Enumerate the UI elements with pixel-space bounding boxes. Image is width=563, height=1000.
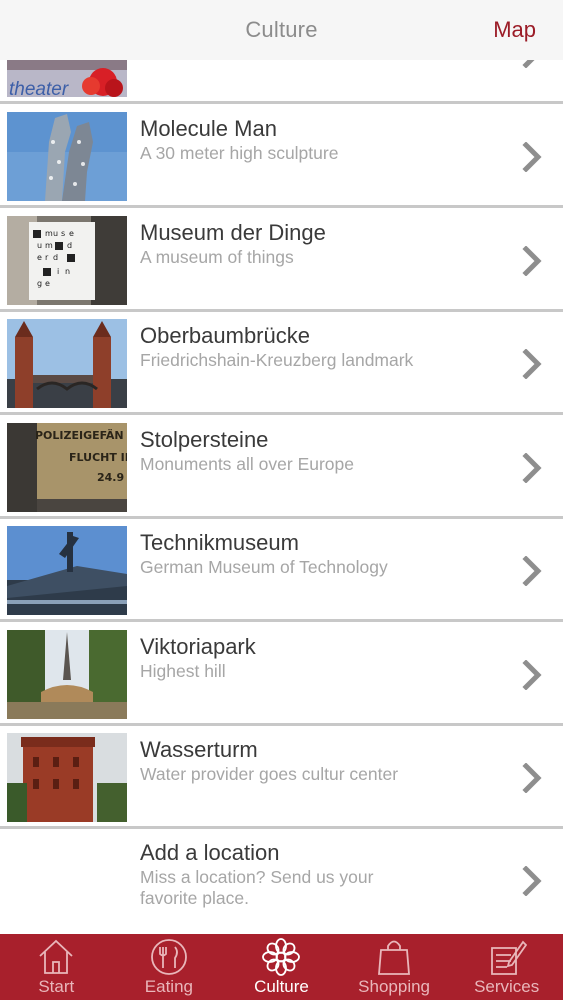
sign-letter: r [45,253,49,262]
item-title: Add a location [140,840,280,865]
sign-letter: e [37,253,42,262]
stone-text: FLUCHT IN [69,451,127,464]
list-item[interactable]: Wasserturm Water provider goes cultur ce… [0,726,563,829]
chevron-right-icon [521,660,545,690]
plate-fork-knife-icon [149,938,189,976]
location-list: theater Molecule Man A 30 meter high scu… [0,0,563,934]
stolpersteine-image: POLIZEIGEFÄN FLUCHT IN 24.9 [7,423,127,512]
tab-eating[interactable]: Eating [113,934,226,1000]
list-item[interactable]: POLIZEIGEFÄN FLUCHT IN 24.9 Stolperstein… [0,416,563,519]
sign-letter: u [53,229,58,238]
chevron-right-icon [521,142,545,172]
notepad-pencil-icon [487,938,527,976]
item-title: Technikmuseum [140,530,299,555]
list-item[interactable]: m u s e u m d e r d i n g e Museum der D… [0,209,563,312]
stone-text: 24.9 [97,471,124,484]
tab-bar: Start Eating Culture Shopping Services [0,934,563,1000]
sign-letter: e [45,279,50,288]
item-subtitle: Monuments all over Europe [140,454,354,474]
list-item[interactable]: Oberbaumbrücke Friedrichshain-Kreuzberg … [0,312,563,415]
tab-label: Services [474,977,540,996]
tab-label: Start [38,977,75,996]
item-subtitle: Water provider goes cultur center [140,764,399,784]
chevron-right-icon [521,349,545,379]
stone-text: POLIZEIGEFÄN [35,428,124,442]
list-item[interactable]: Molecule Man A 30 meter high sculpture [0,105,563,208]
sign-letter: n [65,267,70,276]
chevron-right-icon [521,453,545,483]
technikmuseum-image [7,526,127,615]
flower-icon [261,938,301,976]
molecule-man-image [7,112,127,201]
map-button[interactable]: Map [493,17,536,43]
add-location-item[interactable]: Add a location Miss a location? Send us … [0,829,563,932]
museum-der-dinge-image: m u s e u m d e r d i n g e [7,216,127,305]
item-title: Molecule Man [140,116,277,141]
sign-letter: e [69,229,74,238]
list-item[interactable]: Viktoriapark Highest hill [0,623,563,726]
tab-label: Shopping [358,977,430,996]
chevron-right-icon [521,246,545,276]
wasserturm-image [7,733,127,822]
sign-letter: s [61,229,65,238]
item-subtitle: A 30 meter high sculpture [140,143,339,163]
tab-label: Culture [254,977,309,996]
item-subtitle: Miss a location? Send us your favorite p… [140,867,374,908]
list-item[interactable]: Technikmuseum German Museum of Technolog… [0,519,563,622]
page-title: Culture [245,17,318,42]
sign-letter: d [53,253,58,262]
sign-letter: g [37,279,42,288]
item-subtitle: Highest hill [140,661,226,681]
viktoriapark-image [7,630,127,719]
tab-shopping[interactable]: Shopping [338,934,451,1000]
navigation-bar: Culture Map [0,0,563,60]
tab-start[interactable]: Start [0,934,113,1000]
house-icon [36,938,76,976]
item-subtitle: German Museum of Technology [140,557,388,577]
chevron-right-icon [521,556,545,586]
item-title: Museum der Dinge [140,220,326,245]
tab-label: Eating [144,977,193,996]
chevron-right-icon [521,763,545,793]
sign-letter: i [57,267,59,276]
chevron-right-icon [521,866,545,896]
item-subtitle: A museum of things [140,247,294,267]
item-subtitle: Friedrichshain-Kreuzberg landmark [140,350,414,370]
theater-sign-text: theater [9,79,69,97]
item-title: Stolpersteine [140,427,269,452]
sign-letter: m [45,241,53,250]
shopping-bag-icon [374,938,414,976]
oberbaumbruecke-image [7,319,127,408]
sign-letter: u [37,241,42,250]
item-title: Viktoriapark [140,634,256,659]
item-title: Oberbaumbrücke [140,323,310,348]
sign-letter: d [67,241,72,250]
sign-letter: m [45,229,53,238]
tab-culture[interactable]: Culture [225,934,338,1000]
tab-services[interactable]: Services [450,934,563,1000]
item-title: Wasserturm [140,737,258,762]
